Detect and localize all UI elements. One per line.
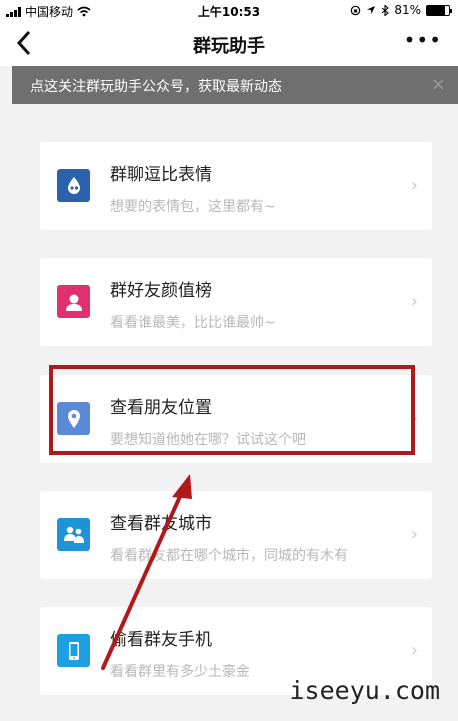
annotation-arrow	[101, 474, 192, 670]
watermark: iseeyu.com	[289, 676, 440, 705]
